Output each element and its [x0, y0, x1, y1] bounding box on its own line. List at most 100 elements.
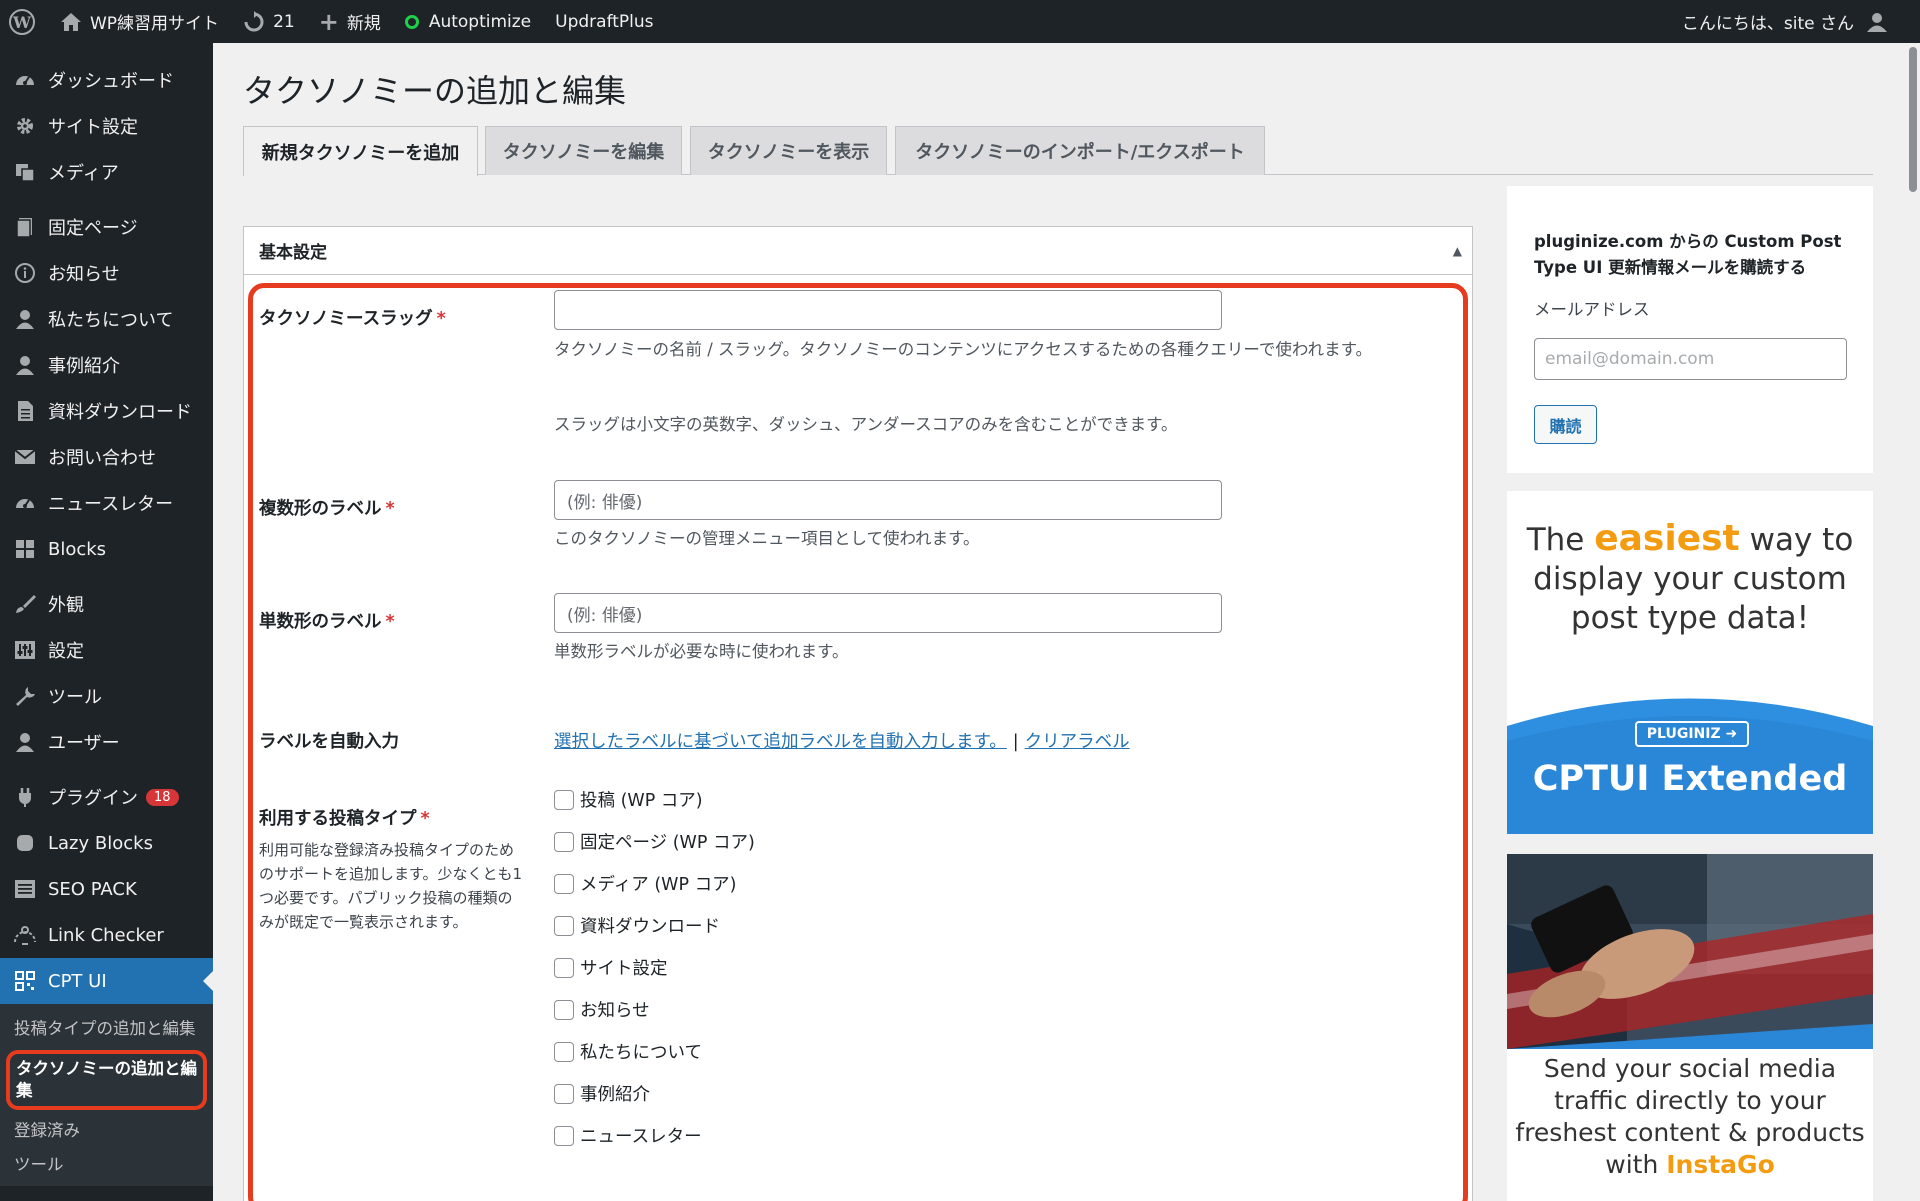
post-type-checkbox[interactable]: [554, 789, 574, 810]
main-content: タクソノミーの追加と編集 新規タクソノミーを追加 タクソノミーを編集 タクソノミ…: [213, 43, 1920, 1201]
post-type-option-5[interactable]: サイト設定: [554, 955, 668, 980]
my-account-link[interactable]: こんにちは、site さん: [1670, 0, 1920, 43]
updates-count: 21: [273, 11, 295, 32]
menu-item-19[interactable]: Link Checker: [0, 912, 213, 958]
post-type-option-2[interactable]: 固定ページ (WP コア): [554, 829, 755, 854]
autoptimize-link[interactable]: Autoptimize: [393, 0, 543, 43]
dashboard-icon: [12, 67, 38, 93]
menu-item-label: Lazy Blocks: [48, 832, 153, 854]
scroll-thumb[interactable]: [1909, 47, 1917, 192]
info-icon: [12, 260, 38, 286]
instago-ad[interactable]: Send your social media traffic directly …: [1507, 854, 1873, 1201]
singular-label: 単数形のラベル *: [259, 612, 395, 632]
required-mark: *: [436, 309, 446, 329]
post-type-checkbox[interactable]: [554, 957, 574, 978]
submenu-item-4[interactable]: ツール: [0, 1148, 213, 1182]
cptui-submenu: 投稿タイプの追加と編集タクソノミーの追加と編集登録済み ツール: [0, 1004, 213, 1186]
postbox-header[interactable]: 基本設定 ▲: [244, 227, 1472, 275]
admin-menu: ダッシュボード サイト設定メディア固定ページ お知らせ 私たちについて 事例紹介 資料ダウ…: [0, 43, 213, 1201]
subscribe-button[interactable]: 購読: [1534, 405, 1597, 444]
post-type-option-4[interactable]: 資料ダウンロード: [554, 913, 720, 938]
menu-item-9[interactable]: お問い合わせ: [0, 434, 213, 480]
clear-labels-link[interactable]: クリアラベル: [1025, 732, 1130, 752]
autofill-label: ラベルを自動入力: [259, 732, 399, 752]
block-icon: [12, 830, 38, 856]
updraftplus-link[interactable]: UpdraftPlus: [543, 0, 665, 43]
basic-settings-postbox: 基本設定 ▲ タクソノミースラッグ * タクソノミーの名前 / スラッグ。タクソノ…: [243, 226, 1473, 1201]
page-scrollbar[interactable]: [1906, 43, 1920, 1201]
site-name-link[interactable]: WP練習用サイト: [48, 0, 231, 43]
menu-item-label: お問い合わせ: [48, 448, 156, 469]
slug-input[interactable]: [554, 290, 1222, 330]
email-label: メールアドレス: [1534, 300, 1650, 319]
post-type-option-9[interactable]: ニュースレター: [554, 1123, 702, 1148]
menu-item-16[interactable]: プラグイン 18: [0, 774, 213, 820]
menu-item-3[interactable]: メディア: [0, 149, 213, 195]
post-type-label: お知らせ: [580, 1001, 650, 1021]
updraftplus-label: UpdraftPlus: [555, 11, 654, 32]
menu-item-label: プラグイン: [48, 788, 138, 809]
post-type-checkbox[interactable]: [554, 915, 574, 936]
menu-item-label: ニュースレター: [48, 494, 174, 515]
menu-item-8[interactable]: 資料ダウンロード: [0, 388, 213, 434]
post-type-checkbox[interactable]: [554, 873, 574, 894]
post-type-label: 固定ページ (WP コア): [580, 833, 755, 853]
menu-item-4[interactable]: 固定ページ: [0, 204, 213, 250]
tab-add-taxonomy[interactable]: 新規タクソノミーを追加: [243, 126, 478, 176]
menu-item-7[interactable]: 事例紹介: [0, 342, 213, 388]
post-type-option-7[interactable]: 私たちについて: [554, 1039, 702, 1064]
triangle-up-icon[interactable]: ▲: [1453, 244, 1462, 258]
menu-item-label: ダッシュボード: [48, 71, 174, 92]
menu-item-12[interactable]: 外観: [0, 581, 213, 627]
menu-item-15[interactable]: ユーザー: [0, 719, 213, 765]
submenu-item-2[interactable]: タクソノミーの追加と編集: [6, 1050, 207, 1110]
submenu-item-3[interactable]: 登録済み: [0, 1114, 213, 1148]
tab-label: 新規タクソノミーを追加: [261, 142, 460, 164]
menu-item-11[interactable]: Blocks: [0, 526, 213, 572]
post-type-checkbox[interactable]: [554, 831, 574, 852]
post-type-option-8[interactable]: 事例紹介: [554, 1081, 650, 1106]
menu-item-2[interactable]: サイト設定: [0, 103, 213, 149]
ad-product-title: CPTUI Extended: [1532, 759, 1848, 799]
singular-label-input[interactable]: (例: 俳優): [554, 593, 1222, 633]
wordpress-logo-button[interactable]: W: [0, 0, 48, 43]
post-type-checkbox[interactable]: [554, 1041, 574, 1062]
new-content-link[interactable]: + 新規: [307, 0, 393, 43]
home-icon: [60, 12, 82, 32]
plural-label-input[interactable]: (例: 俳優): [554, 480, 1222, 520]
menu-separator: [0, 195, 213, 204]
submenu-item-1[interactable]: 投稿タイプの追加と編集: [0, 1012, 213, 1046]
cptui-extended-ad[interactable]: The easiest way to display your custom p…: [1507, 491, 1873, 834]
post-type-option-3[interactable]: メディア (WP コア): [554, 871, 736, 896]
page-icon: [12, 214, 38, 240]
link-checker-icon: [12, 922, 38, 948]
tab-edit-taxonomy[interactable]: タクソノミーを編集: [485, 126, 682, 175]
tab-import-export[interactable]: タクソノミーのインポート/エクスポート: [895, 126, 1265, 175]
post-type-checkbox[interactable]: [554, 1125, 574, 1146]
autofill-links: 選択したラベルに基づいて追加ラベルを自動入力します。 | クリアラベル: [554, 728, 1130, 753]
dashboard-icon: [12, 490, 38, 516]
menu-item-13[interactable]: 設定: [0, 627, 213, 673]
menu-separator: [0, 572, 213, 581]
menu-item-1[interactable]: ダッシュボード: [0, 57, 213, 103]
post-type-checkbox[interactable]: [554, 999, 574, 1020]
post-type-checkbox[interactable]: [554, 1083, 574, 1104]
post-type-option-6[interactable]: お知らせ: [554, 997, 650, 1022]
menu-item-14[interactable]: ツール: [0, 673, 213, 719]
menu-item-label: Blocks: [48, 538, 107, 560]
tab-view-taxonomy[interactable]: タクソノミーを表示: [690, 126, 887, 175]
menu-item-20[interactable]: CPT UI: [0, 958, 213, 1004]
menu-item-label: サイト設定: [48, 117, 138, 138]
post-type-option-1[interactable]: 投稿 (WP コア): [554, 787, 703, 812]
menu-item-5[interactable]: お知らせ: [0, 250, 213, 296]
menu-item-label: ユーザー: [48, 733, 120, 754]
updates-link[interactable]: 21: [231, 0, 307, 43]
menu-item-17[interactable]: Lazy Blocks: [0, 820, 213, 866]
email-input[interactable]: email@domain.com: [1534, 338, 1847, 380]
menu-item-6[interactable]: 私たちについて: [0, 296, 213, 342]
slug-label: タクソノミースラッグ *: [259, 309, 446, 329]
menu-item-10[interactable]: ニュースレター: [0, 480, 213, 526]
menu-item-18[interactable]: SEO PACK: [0, 866, 213, 912]
autofill-link[interactable]: 選択したラベルに基づいて追加ラベルを自動入力します。: [554, 732, 1007, 752]
menu-item-label: SEO PACK: [48, 878, 137, 900]
